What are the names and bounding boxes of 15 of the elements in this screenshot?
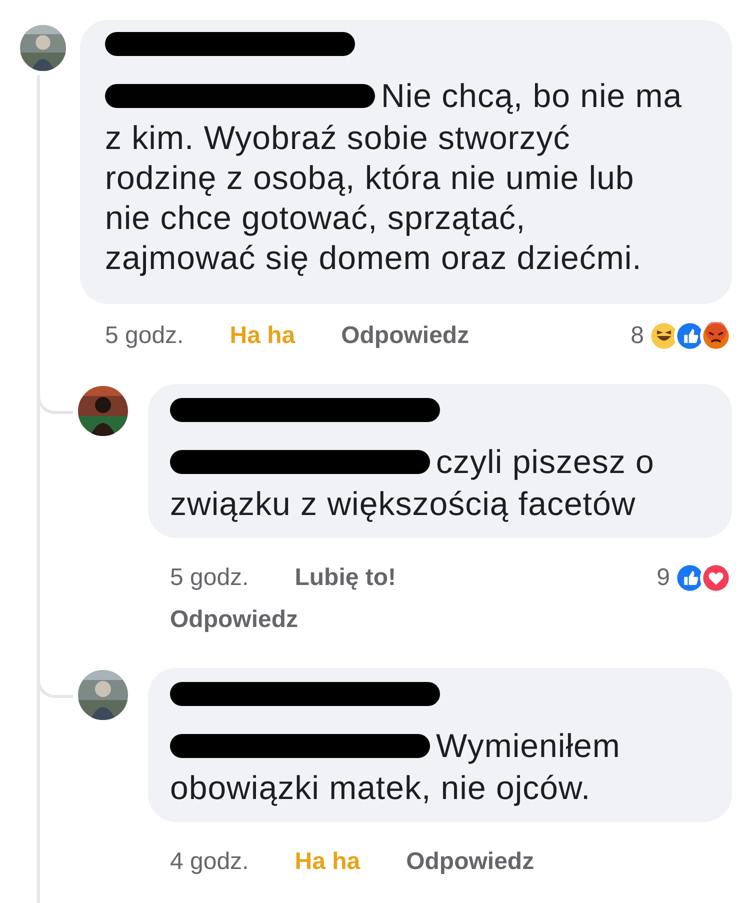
reply-link[interactable]: Odpowiedz	[170, 602, 298, 638]
timestamp: 5 godz.	[170, 563, 249, 593]
comment-text: związku z większością facetów	[170, 484, 637, 524]
reaction-link[interactable]: Lubię to!	[294, 560, 396, 596]
comment-text: z kim. Wyobraź sobie stworzyć rodzinę z osobą, która nie umie lub nie chce gotować, sprzątać, zajmować się domem oraz dziećmi.	[105, 118, 643, 278]
reply-link[interactable]: Odpowiedz	[406, 844, 534, 880]
comment-text: Nie chcą, bo nie ma	[381, 76, 682, 116]
reaction-count: 9	[656, 563, 670, 593]
timestamp: 4 godz.	[170, 847, 249, 877]
reply-link[interactable]: Odpowiedz	[341, 318, 470, 354]
timestamp: 5 godz.	[105, 321, 184, 351]
comment-text: czyli piszesz o	[436, 442, 654, 482]
comment-text: obowiązki matek, nie ojców.	[170, 768, 592, 808]
reaction-count: 8	[630, 321, 644, 351]
comment-text: Wymieniłem	[436, 726, 620, 766]
